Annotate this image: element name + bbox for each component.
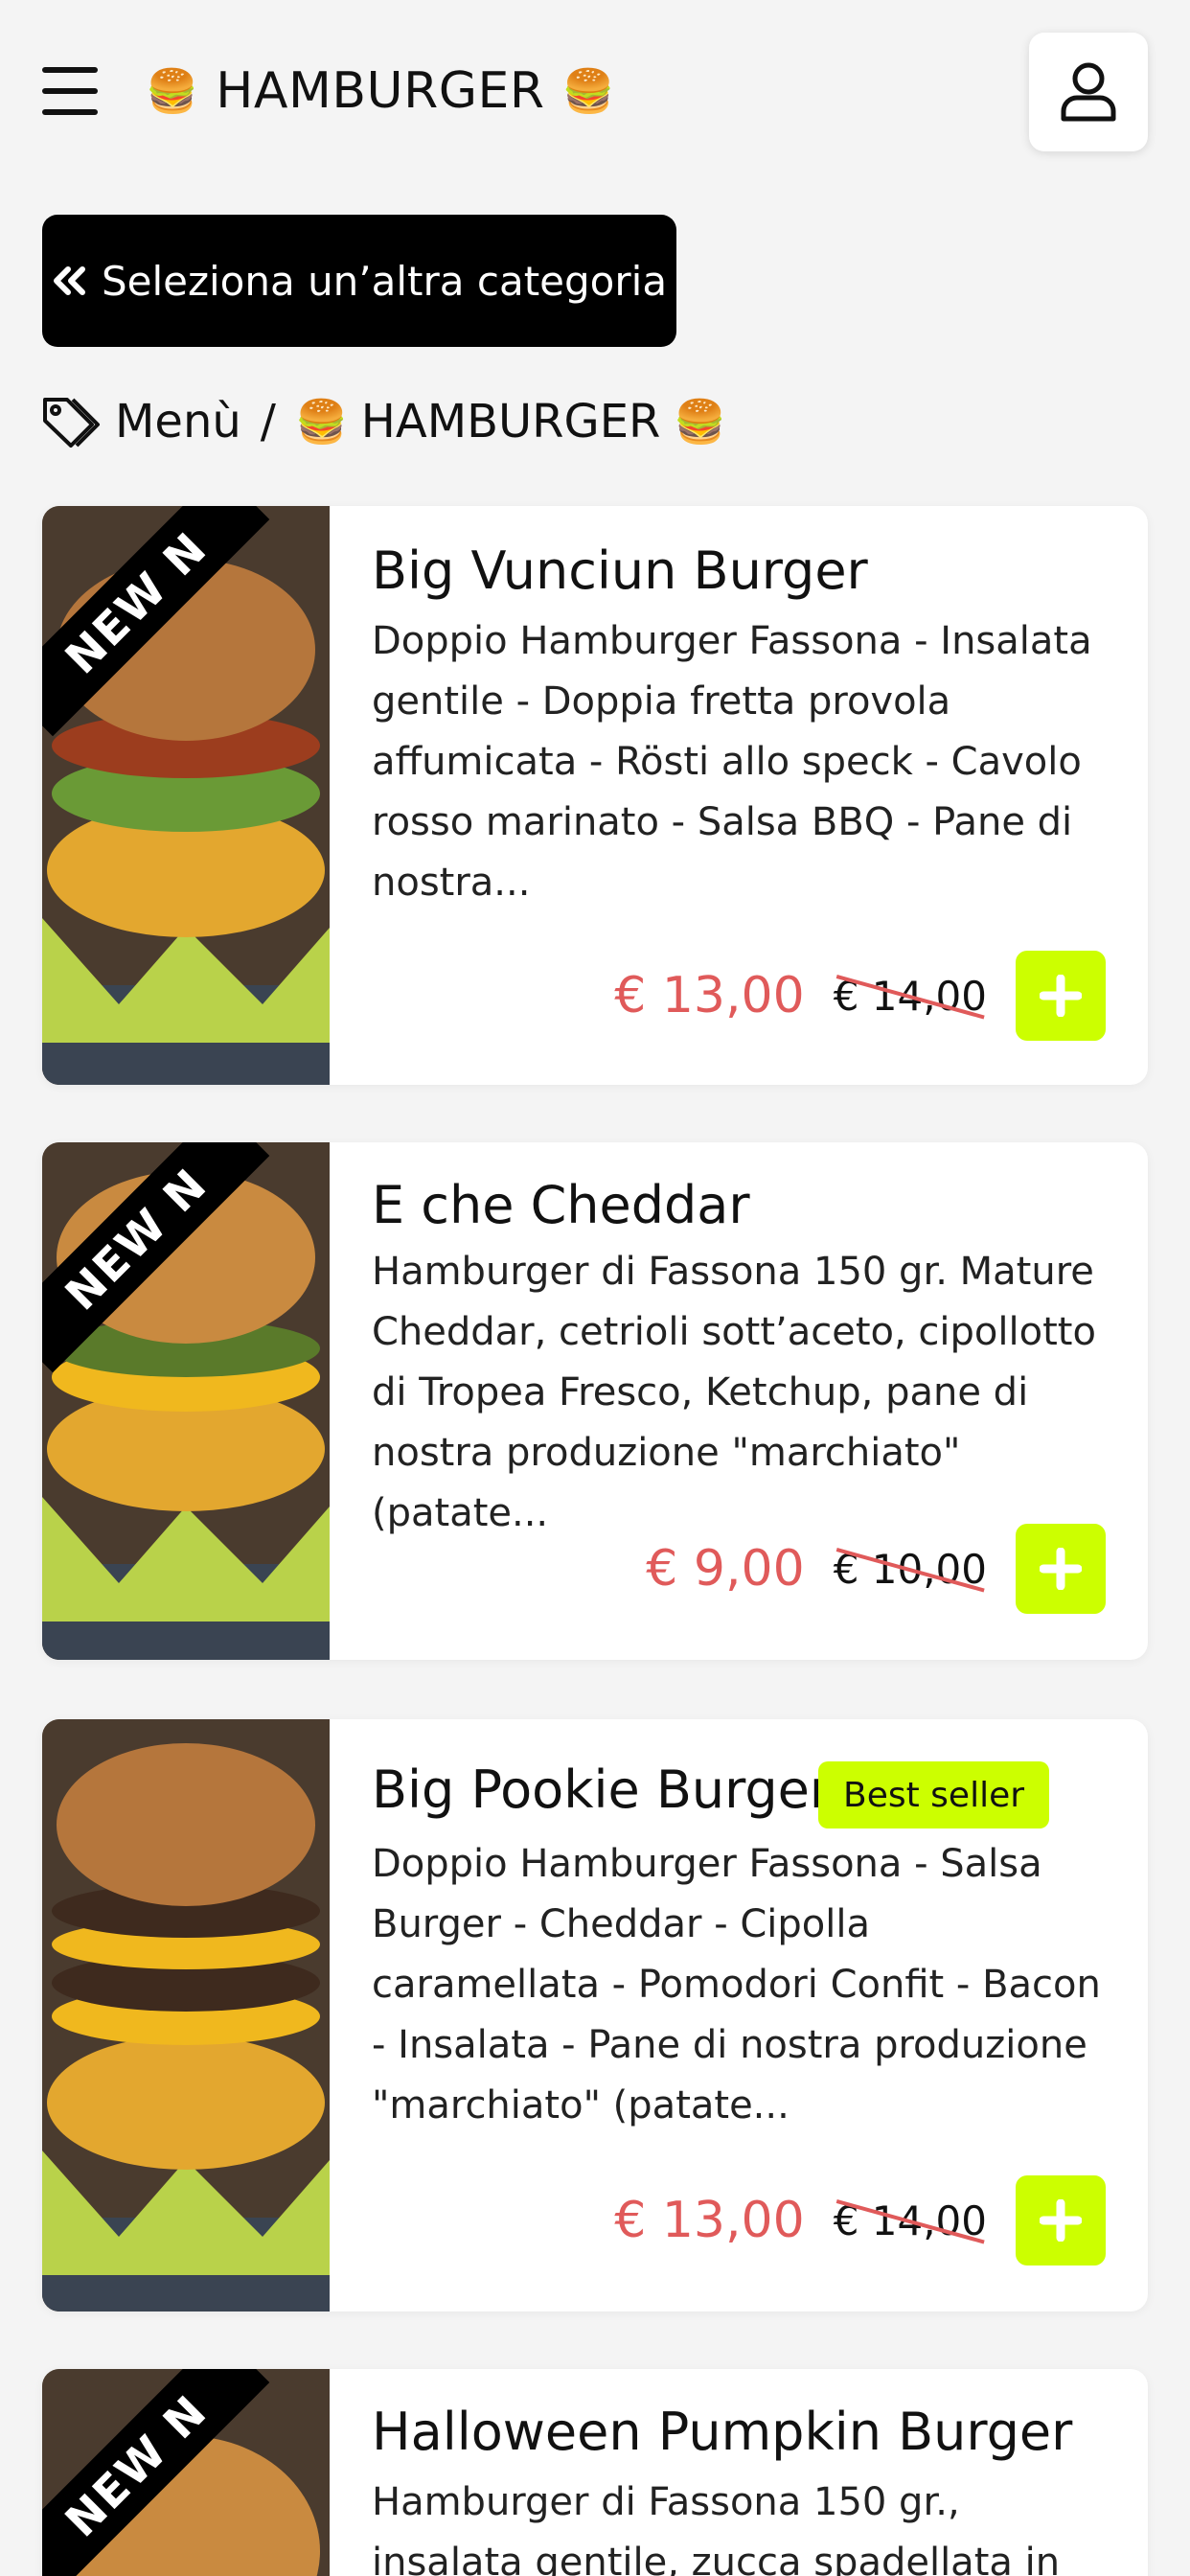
product-image: NEW N <box>42 1142 330 1660</box>
product-info: E che Cheddar Hamburger di Fassona 150 g… <box>372 1142 1106 1660</box>
add-to-cart-button[interactable] <box>1016 1524 1106 1614</box>
product-name: Big Pookie Burger <box>372 1760 832 1820</box>
price-row: € 13,00 € 14,00 <box>614 2175 1106 2266</box>
product-card[interactable]: NEW N E che Cheddar Hamburger di Fassona… <box>42 1142 1148 1660</box>
product-price: € 9,00 <box>646 1540 805 1598</box>
product-card[interactable]: NEW N Halloween Pumpkin Burger Hamburger… <box>42 2369 1148 2576</box>
product-old-price: € 14,00 <box>834 2197 987 2244</box>
page-title-text: HAMBURGER <box>216 62 545 120</box>
app-header: 🍔 HAMBURGER 🍔 <box>0 0 1190 182</box>
product-card[interactable]: NEW N Big Vunciun Burger Doppio Hamburge… <box>42 506 1148 1085</box>
select-other-category-button[interactable]: Seleziona un’altra categoria <box>42 215 676 347</box>
product-name: Big Vunciun Burger <box>372 540 868 601</box>
user-account-button[interactable] <box>1029 33 1148 151</box>
breadcrumb-root-link[interactable]: Menù <box>115 395 241 448</box>
burger-emoji-icon: 🍔 <box>561 67 615 116</box>
breadcrumb-current: HAMBURGER <box>360 395 661 448</box>
product-image <box>42 1719 330 2312</box>
product-info: Big Pookie Burger Best seller Doppio Ham… <box>372 1719 1106 2312</box>
product-description: Doppio Hamburger Fassona - Insalata gent… <box>372 619 1092 905</box>
product-description: Hamburger di Fassona 150 gr. Mature Ched… <box>372 1250 1096 1535</box>
product-old-price: € 10,00 <box>834 1546 987 1593</box>
plus-icon <box>1040 2199 1082 2242</box>
product-old-price: € 14,00 <box>834 973 987 1020</box>
product-info: Big Vunciun Burger Doppio Hamburger Fass… <box>372 506 1106 1085</box>
product-description: Hamburger di Fassona 150 gr., insalata g… <box>372 2480 1061 2576</box>
product-description: Doppio Hamburger Fassona - Salsa Burger … <box>372 1842 1101 2128</box>
product-name: Halloween Pumpkin Burger <box>372 2402 1073 2462</box>
product-price: € 13,00 <box>614 2192 805 2249</box>
product-image: NEW N <box>42 2369 330 2576</box>
strikethrough-line <box>834 1546 987 1593</box>
tag-icon <box>43 398 100 448</box>
plus-icon <box>1040 1548 1082 1590</box>
burger-emoji-icon: 🍔 <box>674 398 727 447</box>
strikethrough-line <box>834 2197 987 2244</box>
add-to-cart-button[interactable] <box>1016 2175 1106 2266</box>
user-icon <box>1061 62 1116 122</box>
plus-icon <box>1040 975 1082 1017</box>
breadcrumb: Menù / 🍔 HAMBURGER 🍔 <box>42 383 726 460</box>
back-button-label: Seleziona un’altra categoria <box>101 257 668 305</box>
best-seller-badge: Best seller <box>818 1761 1050 1828</box>
burger-emoji-icon: 🍔 <box>146 67 199 116</box>
double-chevron-left-icon <box>53 266 85 295</box>
burger-emoji-icon: 🍔 <box>294 398 348 447</box>
product-info: Halloween Pumpkin Burger Hamburger di Fa… <box>372 2369 1106 2576</box>
hamburger-menu-icon[interactable] <box>42 67 98 115</box>
price-row: € 13,00 € 14,00 <box>614 951 1106 1041</box>
breadcrumb-separator: / <box>260 395 276 448</box>
product-card[interactable]: Big Pookie Burger Best seller Doppio Ham… <box>42 1719 1148 2312</box>
product-image: NEW N <box>42 506 330 1085</box>
add-to-cart-button[interactable] <box>1016 951 1106 1041</box>
price-row: € 9,00 € 10,00 <box>646 1524 1106 1614</box>
page-title: 🍔 HAMBURGER 🍔 <box>146 56 615 126</box>
strikethrough-line <box>834 973 987 1020</box>
product-price: € 13,00 <box>614 967 805 1024</box>
product-name: E che Cheddar <box>372 1175 750 1235</box>
